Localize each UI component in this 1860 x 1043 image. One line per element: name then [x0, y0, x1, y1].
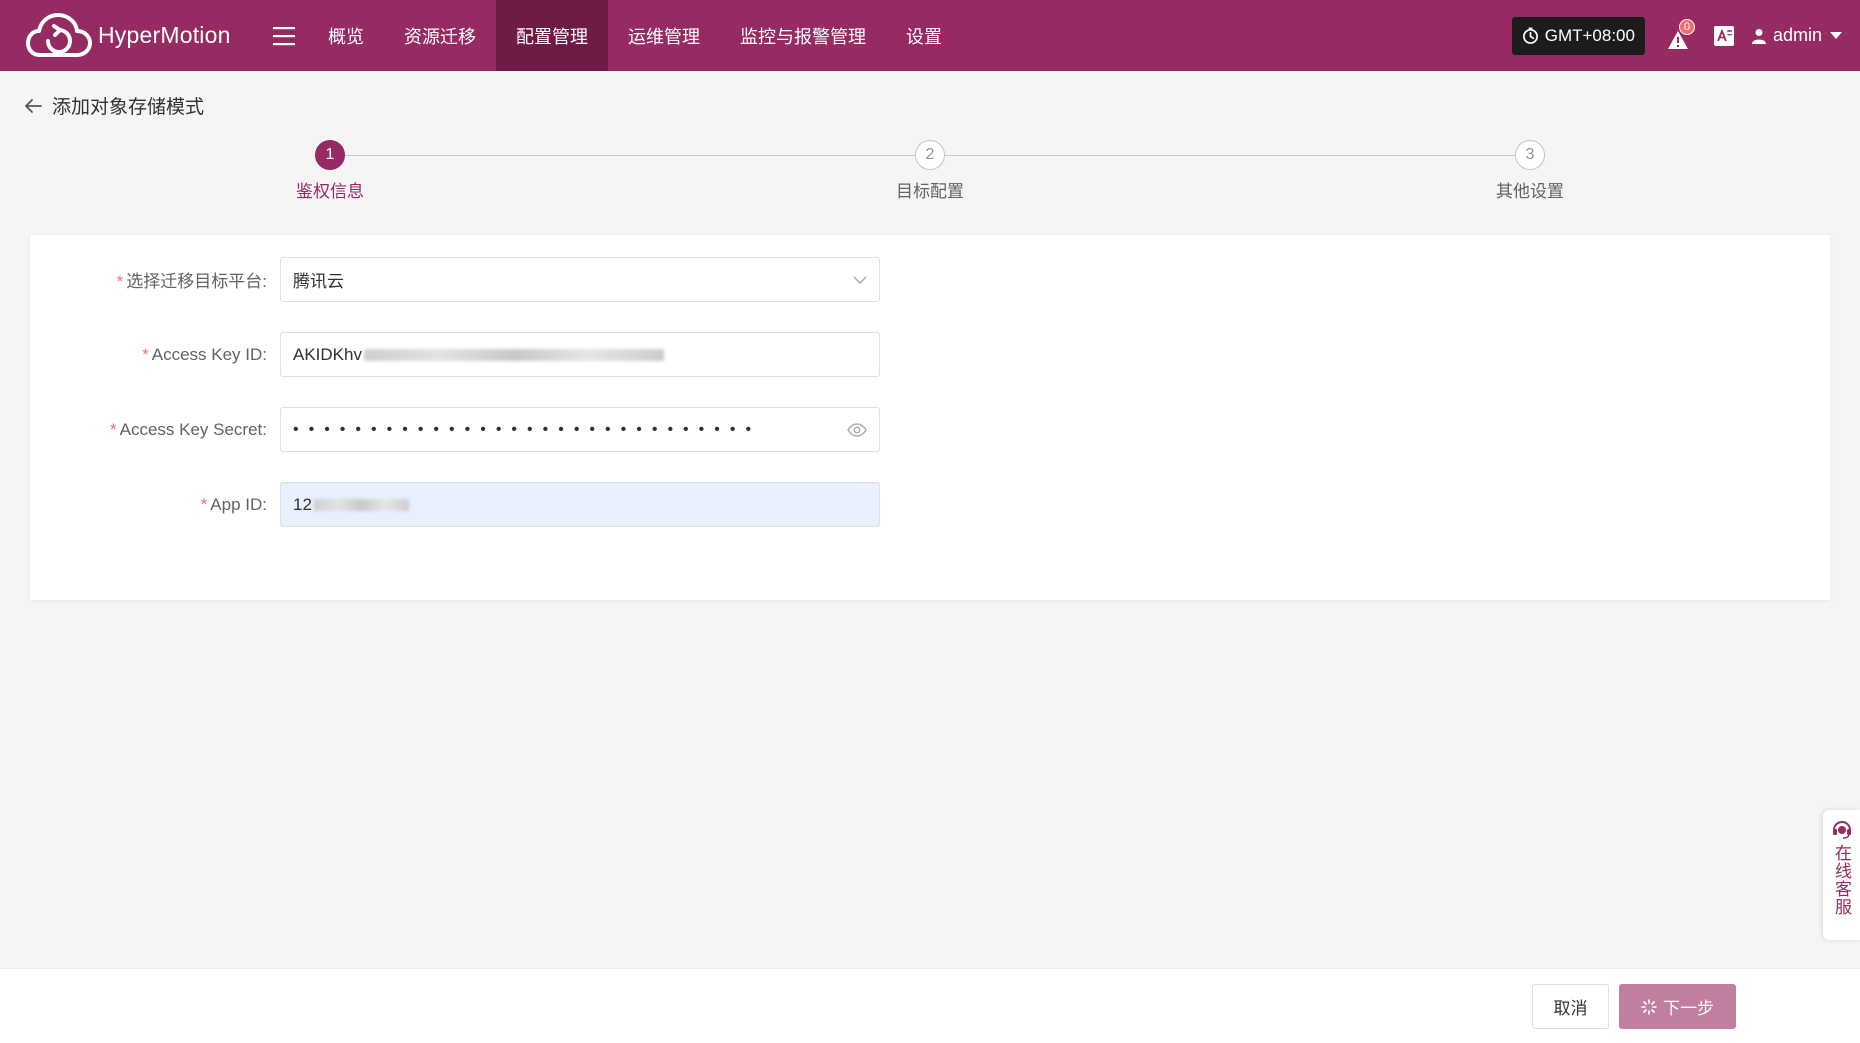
caret-down-icon — [1830, 31, 1842, 39]
required-mark: * — [109, 419, 117, 439]
page-title: 添加对象存储模式 — [52, 97, 205, 118]
cancel-button[interactable]: 取消 — [1532, 984, 1609, 1029]
step-progress: 1 鉴权信息 2 目标配置 3 其他设置 — [0, 140, 1860, 210]
page-header: 添加对象存储模式 — [22, 92, 204, 119]
access-key-secret-input[interactable]: •••••••••••••••••••••••••••••• — [280, 407, 880, 452]
chevron-down-icon — [853, 275, 867, 284]
nav-monitoring-alerts[interactable]: 监控与报警管理 — [720, 0, 886, 71]
step-connector — [945, 155, 1515, 156]
app-id-value: 12 — [293, 495, 867, 515]
required-mark: * — [142, 344, 149, 364]
app-id-input[interactable]: 12 — [280, 482, 880, 527]
online-service-widget[interactable]: 在线客服 — [1823, 810, 1860, 940]
masked-secret: •••••••••••••••••••••••••••••• — [293, 420, 762, 438]
hamburger-icon — [273, 26, 295, 45]
redacted-blur — [363, 349, 664, 362]
nav-overview[interactable]: 概览 — [308, 0, 384, 71]
step-auth: 1 鉴权信息 — [270, 140, 390, 202]
online-service-label: 在线客服 — [1832, 844, 1851, 916]
step-target-config: 2 目标配置 — [870, 140, 990, 202]
step-number: 1 — [315, 140, 345, 170]
step-label: 鉴权信息 — [296, 182, 364, 201]
platform-value: 腾讯云 — [293, 272, 344, 291]
alert-count-badge: 0 — [1678, 18, 1695, 35]
platform-label: * 选择迁移目标平台: — [116, 272, 267, 291]
main-nav: 概览 资源迁移 配置管理 运维管理 监控与报警管理 设置 — [308, 0, 962, 71]
alerts-button[interactable]: 0 — [1667, 18, 1695, 51]
redacted-blur — [313, 499, 409, 512]
loading-spinner-icon — [1641, 998, 1657, 1015]
brand-name: HyperMotion — [98, 22, 231, 48]
user-menu[interactable]: admin — [1751, 25, 1842, 46]
required-mark: * — [200, 494, 208, 514]
nav-ops-management[interactable]: 运维管理 — [608, 0, 720, 71]
headset-icon — [1832, 821, 1851, 839]
user-icon — [1751, 28, 1766, 44]
access-key-secret-label: * Access Key Secret: — [109, 419, 267, 439]
access-key-id-label: * Access Key ID: — [142, 344, 267, 364]
step-connector — [345, 155, 915, 156]
language-icon[interactable] — [1713, 25, 1735, 47]
nav-settings[interactable]: 设置 — [886, 0, 962, 71]
step-number: 3 — [1515, 140, 1545, 170]
app-id-row: * App ID: 12 — [30, 482, 930, 527]
cloud-logo-icon — [26, 12, 92, 57]
access-key-id-row: * Access Key ID: AKIDKhv — [30, 332, 930, 377]
required-mark: * — [116, 272, 124, 291]
back-arrow-icon[interactable] — [22, 95, 44, 117]
next-step-button[interactable]: 下一步 — [1619, 984, 1736, 1029]
auth-form-card: * 选择迁移目标平台: 腾讯云 * Access Key ID: AKIDKhv *… — [30, 235, 1830, 600]
app-id-label: * App ID: — [200, 494, 267, 514]
header-actions: GMT+08:00 0 admin — [1511, 0, 1860, 71]
top-navbar: HyperMotion 概览 资源迁移 配置管理 运维管理 监控与报警管理 设置… — [0, 0, 1860, 71]
clock-icon — [1522, 27, 1538, 44]
brand[interactable]: HyperMotion — [0, 0, 256, 71]
timezone-button[interactable]: GMT+08:00 — [1511, 16, 1645, 55]
step-number: 2 — [915, 140, 945, 170]
timezone-label: GMT+08:00 — [1544, 25, 1635, 45]
username: admin — [1772, 25, 1822, 45]
form-footer: 取消 下一步 — [0, 968, 1860, 1043]
access-key-id-value: AKIDKhv — [293, 345, 867, 365]
next-step-label: 下一步 — [1663, 999, 1714, 1018]
platform-row: * 选择迁移目标平台: 腾讯云 — [30, 257, 930, 302]
menu-toggle-button[interactable] — [270, 0, 298, 71]
platform-select[interactable]: 腾讯云 — [280, 257, 880, 302]
access-key-secret-row: * Access Key Secret: ••••••••••••••••••••… — [30, 407, 930, 452]
nav-config-management[interactable]: 配置管理 — [496, 0, 608, 71]
nav-resource-migration[interactable]: 资源迁移 — [384, 0, 496, 71]
step-label: 其他设置 — [1496, 182, 1564, 201]
step-label: 目标配置 — [896, 182, 964, 201]
access-key-id-input[interactable]: AKIDKhv — [280, 332, 880, 377]
step-other-settings: 3 其他设置 — [1470, 140, 1590, 202]
eye-icon[interactable] — [847, 422, 867, 438]
